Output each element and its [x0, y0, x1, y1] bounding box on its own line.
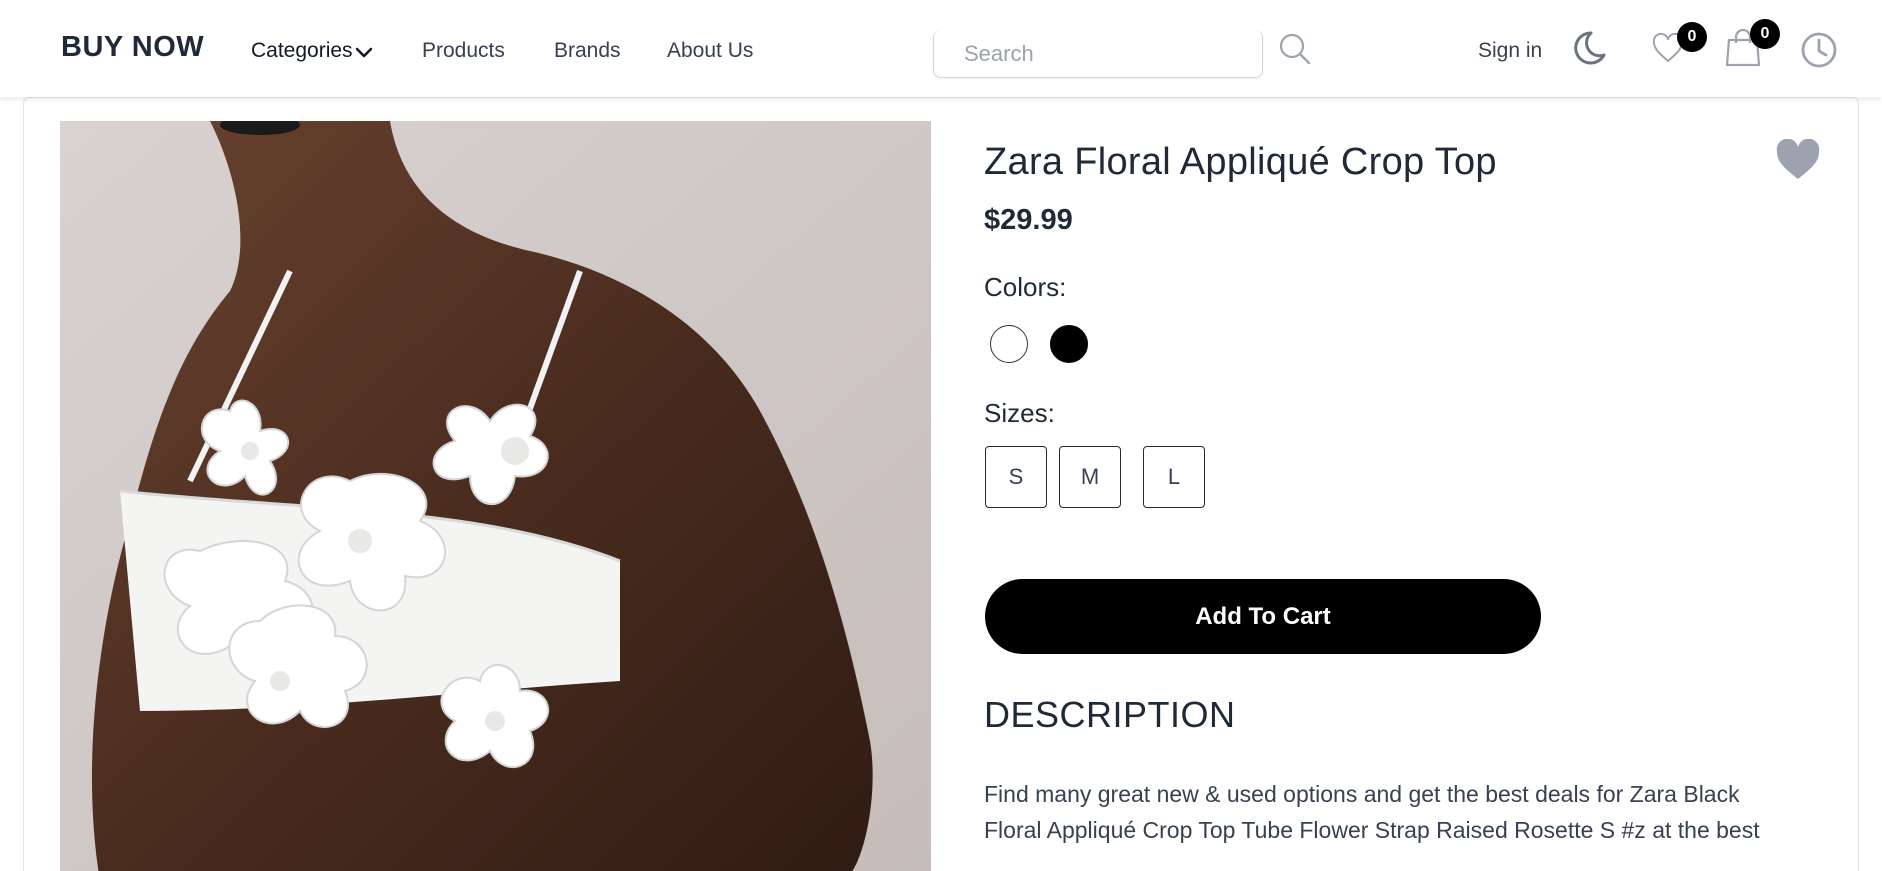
size-button-l[interactable]: L — [1143, 446, 1205, 508]
search-input[interactable] — [934, 30, 1262, 77]
sign-in-link[interactable]: Sign in — [1478, 39, 1542, 63]
color-swatch-white[interactable] — [990, 325, 1028, 363]
product-title: Zara Floral Appliqué Crop Top — [984, 141, 1497, 183]
search-icon[interactable] — [1278, 32, 1312, 66]
search-box — [933, 30, 1263, 78]
product-price: $29.99 — [984, 204, 1073, 236]
size-button-s[interactable]: S — [985, 446, 1047, 508]
cart-count-badge: 0 — [1750, 19, 1780, 49]
sizes-label: Sizes: — [984, 398, 1055, 428]
favorite-heart-icon[interactable] — [1775, 139, 1821, 181]
description-text: Find many great new & used options and g… — [984, 781, 1760, 843]
description-heading: DESCRIPTION — [984, 694, 1236, 735]
site-header: BUY NOW Categories Products Brands About… — [0, 0, 1882, 97]
moon-icon[interactable] — [1569, 29, 1607, 67]
size-button-m[interactable]: M — [1059, 446, 1121, 508]
nav-about-us[interactable]: About Us — [667, 39, 753, 63]
wishlist-count-badge: 0 — [1677, 22, 1707, 52]
add-to-cart-button[interactable]: Add To Cart — [985, 579, 1541, 654]
color-swatch-black[interactable] — [1050, 325, 1088, 363]
nav-categories[interactable]: Categories — [251, 39, 373, 63]
nav-brands[interactable]: Brands — [554, 39, 621, 63]
site-logo[interactable]: BUY NOW — [61, 31, 204, 64]
product-photo — [60, 121, 931, 871]
clock-icon[interactable] — [1800, 31, 1838, 69]
product-image — [60, 121, 931, 871]
nav-categories-label: Categories — [251, 39, 353, 62]
chevron-down-icon — [355, 47, 372, 57]
nav-products[interactable]: Products — [422, 39, 505, 63]
colors-label: Colors: — [984, 272, 1067, 302]
